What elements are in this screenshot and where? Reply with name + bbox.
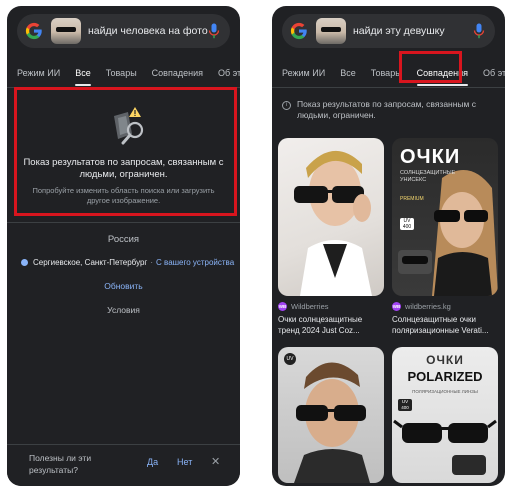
search-bar[interactable]: найди человека на фото: [17, 14, 230, 48]
source-badge-icon: WB: [278, 302, 287, 311]
image-uv-badge: UV 400: [398, 399, 412, 411]
feedback-yes-button[interactable]: Да: [147, 457, 158, 467]
search-query[interactable]: найди человека на фото: [88, 25, 208, 37]
search-tabs: Режим ИИ Все Товары Совпадения Об этом и: [272, 58, 505, 88]
notice-subtitle: Попробуйте изменить область поиска или з…: [32, 186, 215, 205]
location-separator: ·: [150, 258, 154, 267]
image-brand: POLARIZED: [407, 369, 483, 384]
notice-title: Показ результатов по запросам, связанным…: [23, 157, 224, 180]
tab-about[interactable]: Об этом и: [218, 59, 240, 87]
microphone-icon[interactable]: [208, 23, 220, 39]
tab-matches[interactable]: Совпадения: [152, 59, 203, 87]
google-logo-icon: [290, 22, 307, 40]
result-card[interactable]: UV: [278, 347, 384, 483]
location-dot-icon: [21, 259, 28, 266]
feedback-no-button[interactable]: Нет: [177, 457, 192, 467]
source-badge-icon: WB: [392, 302, 401, 311]
location-text: Сергиевское, Санкт-Петербург: [33, 258, 148, 267]
tab-ai-mode[interactable]: Режим ИИ: [17, 59, 60, 87]
location-row: Сергиевское, Санкт-Петербург · С вашего …: [21, 258, 240, 267]
search-query[interactable]: найди эту девушку: [353, 25, 473, 37]
result-card[interactable]: WB Wildberries Очки солнцезащитные тренд…: [278, 138, 384, 336]
phone-screen-left: найди человека на фото Режим ИИ Все Това…: [7, 6, 240, 486]
tab-about[interactable]: Об этом и: [483, 59, 505, 87]
product-image[interactable]: ОЧКИ СОЛНЦЕЗАЩИТНЫЕ УНИСЕКС PREMIUM UV 4…: [392, 138, 498, 296]
image-headline: ОЧКИ: [400, 146, 461, 168]
source-name: Wildberries: [291, 302, 329, 311]
close-icon[interactable]: ✕: [211, 455, 220, 468]
product-image[interactable]: ОЧКИ POLARIZED ПОЛЯРИЗАЦИОННЫЕ ЛИНЗЫ UV …: [392, 347, 498, 483]
info-icon: i: [282, 101, 291, 110]
divider: [7, 222, 240, 223]
info-text: Показ результатов по запросам, связанным…: [297, 99, 476, 120]
feedback-question: Полезны ли эти результаты?: [29, 453, 92, 475]
region-label: Россия: [107, 234, 140, 245]
person-photo: [294, 150, 372, 296]
query-image-thumbnail[interactable]: [51, 18, 81, 44]
result-card[interactable]: ОЧКИ СОЛНЦЕЗАЩИТНЫЕ УНИСЕКС PREMIUM UV 4…: [392, 138, 498, 336]
tab-all[interactable]: Все: [340, 59, 356, 87]
image-uv-badge: UV: [284, 353, 296, 365]
tab-ai-mode[interactable]: Режим ИИ: [282, 59, 325, 87]
product-image[interactable]: [278, 138, 384, 296]
person-photo: [294, 362, 370, 483]
tab-all[interactable]: Все: [75, 59, 91, 87]
tab-products[interactable]: Товары: [371, 59, 402, 87]
source-name: wildberries.kg: [405, 302, 451, 311]
terms-link[interactable]: Условия: [7, 305, 240, 315]
image-subtitle: ПОЛЯРИЗАЦИОННЫЕ ЛИНЗЫ: [412, 389, 478, 394]
microphone-icon[interactable]: [473, 23, 485, 39]
location-source-link[interactable]: С вашего устройства: [156, 258, 234, 267]
highlight-box: [399, 51, 462, 83]
image-headline: ОЧКИ: [426, 353, 464, 367]
tab-products[interactable]: Товары: [106, 59, 137, 87]
product-image[interactable]: UV: [278, 347, 384, 483]
info-row: i Показ результатов по запросам, связанн…: [282, 99, 495, 121]
card-title[interactable]: Солнцезащитные очки поляризационные Vera…: [392, 315, 498, 336]
image-subtitle: СОЛНЦЕЗАЩИТНЫЕ УНИСЕКС: [400, 170, 456, 183]
search-bar[interactable]: найди эту девушку: [282, 14, 495, 48]
card-source: WB wildberries.kg: [392, 302, 498, 311]
search-tabs: Режим ИИ Все Товары Совпадения Об этом и: [7, 58, 240, 88]
product-photo: [393, 419, 497, 475]
phone-screen-right: найди эту девушку Режим ИИ Все Товары Со…: [272, 6, 505, 486]
image-uv-badge: UV 400: [400, 218, 414, 230]
update-location-link[interactable]: Обновить: [7, 281, 240, 291]
card-title[interactable]: Очки солнцезащитные тренд 2024 Just Coz.…: [278, 315, 384, 336]
feedback-bar: Полезны ли эти результаты? Да Нет ✕: [7, 444, 240, 486]
google-logo-icon: [25, 22, 42, 40]
query-image-thumbnail[interactable]: [316, 18, 346, 44]
result-card[interactable]: ОЧКИ POLARIZED ПОЛЯРИЗАЦИОННЫЕ ЛИНЗЫ UV …: [392, 347, 498, 483]
image-badge: PREMIUM: [400, 196, 424, 202]
card-source: WB Wildberries: [278, 302, 384, 311]
magnifier-icon: [114, 107, 144, 145]
